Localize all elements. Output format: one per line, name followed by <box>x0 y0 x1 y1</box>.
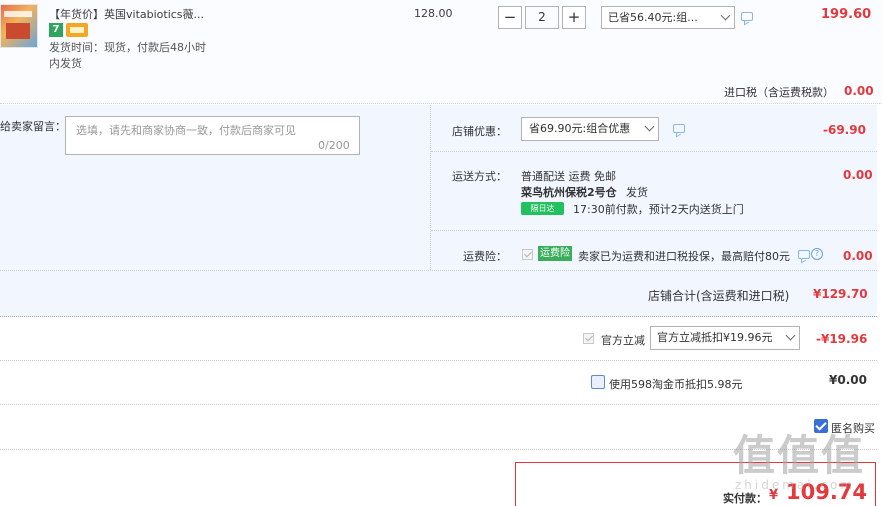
official-discount-label: 官方立减 <box>601 334 645 347</box>
seller-message-label: 给卖家留言： <box>0 120 66 133</box>
official-discount-select[interactable]: 官方立减抵扣¥19.96元 <box>650 326 800 350</box>
row-divider <box>431 151 877 152</box>
credit-card-icon <box>66 23 88 37</box>
taobao-coin-checkbox[interactable] <box>591 375 605 389</box>
chat-icon[interactable] <box>741 12 753 21</box>
seller-message-placeholder: 选填，请先和商家协商一致，付款后商家可见 <box>76 124 296 137</box>
seven-day-return-badge: 7 <box>49 23 63 37</box>
chevron-down-icon <box>785 330 796 341</box>
payment-label: 实付款： <box>723 492 767 505</box>
shop-coupon-amount: -69.90 <box>823 123 866 137</box>
shop-coupon-select[interactable]: 省69.90元:组合优惠 <box>521 117 659 141</box>
product-thumbnail[interactable] <box>0 4 38 48</box>
chevron-down-icon <box>644 121 655 132</box>
unit-price: 128.00 <box>414 7 453 20</box>
shop-coupon-value-text: 省69.90元:组合优惠 <box>529 122 631 135</box>
shipping-method: 普通配送 运费 免邮 <box>521 170 616 183</box>
seller-message-counter: 0/200 <box>318 139 350 152</box>
shop-total-value: ¥129.70 <box>813 287 868 301</box>
watermark-logo: 值值值 <box>733 431 866 480</box>
insurance-value: 0.00 <box>843 249 873 263</box>
qty-input[interactable]: 2 <box>525 6 559 29</box>
taobao-coin-value: ¥0.00 <box>829 373 867 387</box>
product-title[interactable]: 【年货价】英国vitabiotics薇... <box>49 6 204 22</box>
insurance-tag: 运费险 <box>538 246 572 261</box>
row-divider <box>0 360 877 361</box>
qty-increase-button[interactable]: + <box>562 6 586 29</box>
warehouse-name: 菜鸟杭州保税2号仓 <box>521 186 617 199</box>
shop-coupon-label: 店铺优惠： <box>452 125 507 138</box>
qty-decrease-button[interactable]: − <box>498 6 522 29</box>
insurance-label: 运费险： <box>463 250 507 263</box>
section-divider <box>430 105 431 270</box>
watermark-url: zhidemai.com <box>735 478 856 492</box>
ship-time-text: 发货时间：现货，付款后48小时 <box>49 41 206 54</box>
row-divider <box>431 230 877 231</box>
ship-time-text-continued: 内发货 <box>49 57 82 70</box>
next-day-badge: 隔日达 <box>521 202 564 215</box>
chevron-down-icon <box>720 10 731 21</box>
import-tax-label: 进口税（含运费税款） <box>724 86 834 99</box>
official-discount-text: 官方立减抵扣¥19.96元 <box>657 331 773 344</box>
official-discount-value: -¥19.96 <box>816 332 868 346</box>
warehouse-suffix: 发货 <box>626 186 648 199</box>
official-discount-checkbox[interactable] <box>583 333 594 344</box>
import-tax-value: 0.00 <box>844 84 874 98</box>
help-icon[interactable]: ? <box>811 248 823 260</box>
chat-icon[interactable] <box>798 250 810 259</box>
row-divider <box>0 404 877 405</box>
insurance-checkbox[interactable] <box>522 249 533 260</box>
item-promo-label: 已省56.40元:组... <box>608 11 698 24</box>
taobao-coin-label: 使用598淘金币抵扣5.98元 <box>609 378 743 391</box>
quantity-stepper: − 2 + <box>498 6 586 29</box>
item-row-total: 199.60 <box>821 7 872 22</box>
insurance-description: 卖家已为运费和进口税投保，最高赔付80元 <box>578 250 790 263</box>
shipping-label: 运送方式： <box>452 170 507 183</box>
shop-total-label: 店铺合计(含运费和进口税) <box>648 289 790 303</box>
chat-icon[interactable] <box>673 124 685 133</box>
shipping-fee: 0.00 <box>843 168 873 182</box>
item-promo-select[interactable]: 已省56.40元:组... <box>601 6 735 29</box>
delivery-note: 17:30前付款，预计2天内送货上门 <box>573 203 744 216</box>
